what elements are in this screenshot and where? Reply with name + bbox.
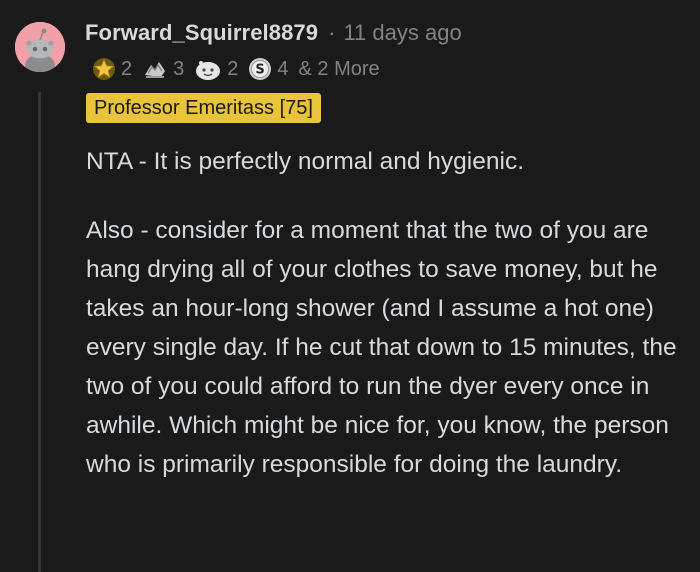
silver-coin-award-icon: S	[249, 58, 272, 80]
award-count: 2	[227, 57, 239, 80]
awards-row[interactable]: 2 3 2 S 4 & 2 More	[92, 54, 380, 84]
helpful-hands-award-icon	[145, 62, 166, 78]
user-flair: Professor Emeritass [75]	[86, 93, 321, 123]
star-award-icon	[93, 58, 115, 80]
wholesome-face-award-icon	[196, 61, 221, 80]
thread-collapse-line[interactable]	[38, 92, 41, 572]
comment-body: NTA - It is perfectly normal and hygieni…	[86, 142, 686, 484]
timestamp[interactable]: 11 days ago	[343, 20, 461, 46]
comment-paragraph: NTA - It is perfectly normal and hygieni…	[86, 148, 524, 175]
snoo-avatar-icon	[15, 22, 65, 72]
comment-header: Forward_Squirrel8879 · 11 days ago	[85, 17, 462, 49]
svg-text:S: S	[256, 63, 265, 78]
award-count: 2	[121, 57, 133, 80]
award-count: 3	[173, 57, 185, 80]
username[interactable]: Forward_Squirrel8879	[85, 20, 318, 46]
award-star[interactable]: 2	[92, 57, 132, 81]
more-awards-link[interactable]: & 2 More	[299, 58, 380, 81]
award-helpful-hands[interactable]: 3	[142, 57, 184, 81]
comment-paragraph: Also - consider for a moment that the tw…	[86, 217, 677, 478]
award-silver[interactable]: S 4	[248, 57, 289, 81]
comment: Forward_Squirrel8879 · 11 days ago 2 3 2…	[0, 0, 700, 572]
avatar[interactable]	[15, 22, 65, 72]
award-count: 4	[277, 57, 289, 80]
separator-dot: ·	[328, 20, 336, 45]
award-wholesome[interactable]: 2	[194, 57, 238, 81]
